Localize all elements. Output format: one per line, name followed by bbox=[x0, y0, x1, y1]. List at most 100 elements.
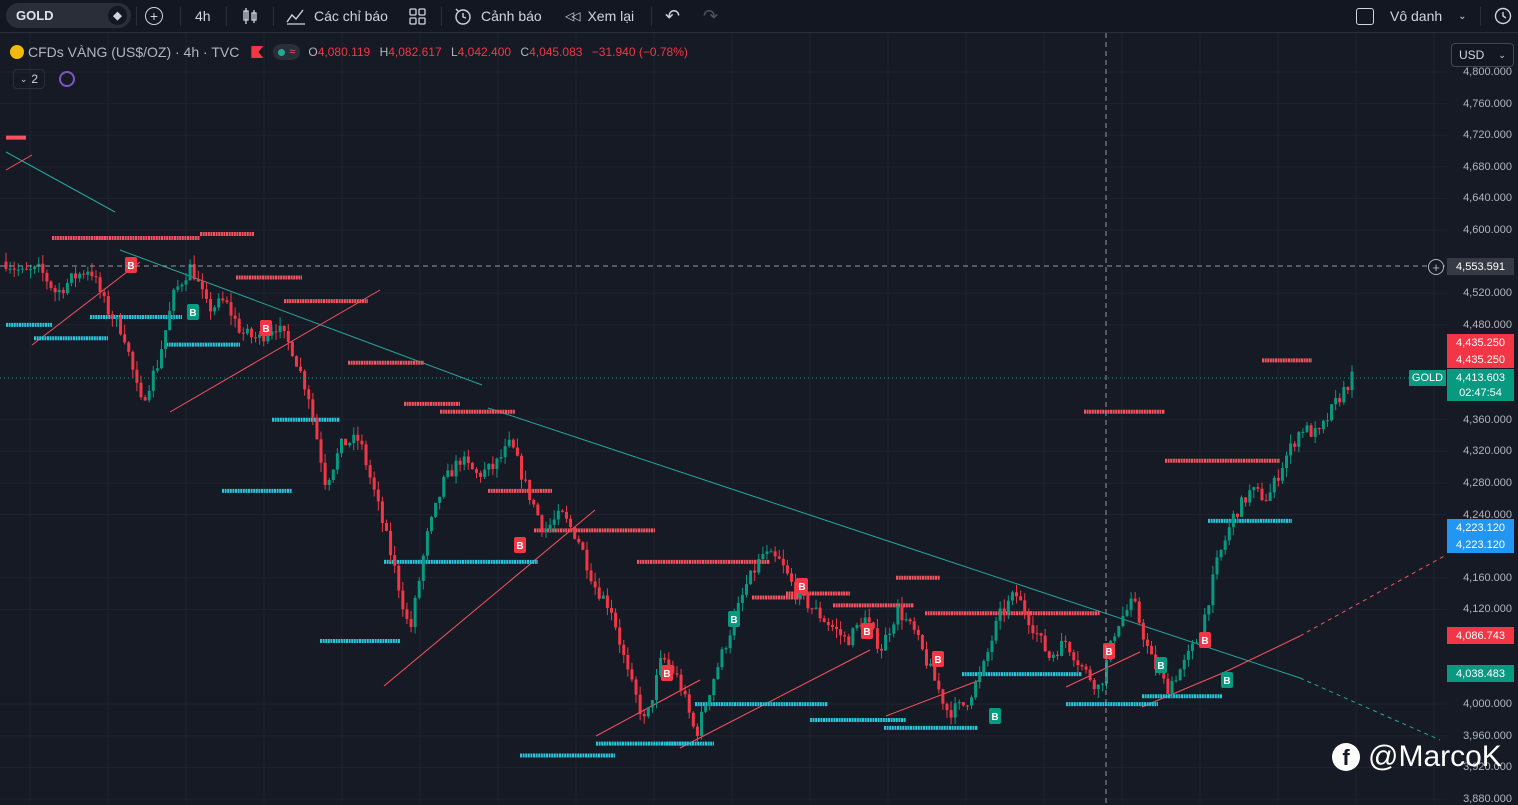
wave-icon: ≈ bbox=[289, 46, 296, 58]
candle-body bbox=[757, 559, 761, 573]
compare-icon[interactable]: ◆ bbox=[108, 6, 127, 25]
plus-circle-icon: + bbox=[145, 7, 163, 25]
red-price-tag: 4,086.743 bbox=[1447, 627, 1514, 644]
legend-title[interactable]: CFDs VÀNG (US$/OZ) · 4h · TVC bbox=[28, 44, 239, 60]
signal-sell: B bbox=[932, 651, 944, 667]
candle-body bbox=[221, 298, 225, 301]
candle-body bbox=[12, 268, 16, 270]
candle-body bbox=[335, 453, 339, 470]
candle-body bbox=[810, 608, 814, 610]
candle-body bbox=[974, 682, 978, 698]
candle-body bbox=[487, 463, 491, 470]
candle-body bbox=[123, 334, 127, 343]
toolbar-divider bbox=[180, 7, 181, 26]
candle-body bbox=[601, 595, 605, 599]
candle-body bbox=[286, 331, 290, 342]
candle-body bbox=[888, 633, 892, 635]
candle-body bbox=[1166, 678, 1170, 694]
candle-body bbox=[143, 397, 147, 401]
candle-body bbox=[884, 634, 888, 651]
price-axis[interactable]: 4,800.000 4,760.000 4,720.000 4,680.000 4,64… bbox=[1447, 38, 1518, 805]
candle-body bbox=[573, 527, 577, 539]
candle-body bbox=[397, 565, 401, 591]
candle-body bbox=[1051, 654, 1055, 658]
candle-body bbox=[483, 469, 487, 477]
candle-body bbox=[303, 371, 307, 390]
signal-sell: B bbox=[796, 578, 808, 594]
candle-body bbox=[712, 679, 716, 696]
candle-body bbox=[1047, 651, 1051, 658]
price-tick-label: 4,520.000 bbox=[1463, 287, 1512, 300]
candle-body bbox=[53, 287, 57, 293]
alerts-button[interactable]: Cảnh báo bbox=[453, 0, 542, 33]
replay-button[interactable]: ◁◁ Xem lại bbox=[565, 0, 634, 33]
layout-name: Vô danh bbox=[1390, 8, 1443, 24]
candle-body bbox=[847, 636, 851, 646]
signal-label: B bbox=[991, 712, 998, 723]
candles-icon bbox=[243, 8, 257, 24]
collapse-indicators-button[interactable]: ⌄ 2 bbox=[13, 69, 45, 89]
add-alert-plus-icon[interactable]: + bbox=[1428, 259, 1444, 275]
price-tick-label: 4,000.000 bbox=[1463, 698, 1512, 711]
candle-body bbox=[929, 663, 933, 666]
candle-body bbox=[331, 469, 335, 481]
indicator-legend: ⌄ 2 bbox=[13, 69, 75, 89]
candle-body bbox=[1080, 665, 1084, 667]
candle-body bbox=[507, 439, 511, 447]
refresh-icon[interactable] bbox=[59, 71, 75, 87]
add-symbol-button[interactable]: + bbox=[145, 0, 163, 33]
redo-button[interactable]: ↷ bbox=[703, 0, 718, 33]
undo-button[interactable]: ↶ bbox=[665, 0, 680, 33]
candle-body bbox=[229, 302, 233, 316]
candle-body bbox=[1235, 513, 1239, 517]
candle-body bbox=[1313, 428, 1317, 437]
candle-body bbox=[57, 289, 61, 293]
layouts-button[interactable] bbox=[409, 0, 426, 33]
candle-body bbox=[552, 519, 556, 525]
watermark-text: @MarcoK bbox=[1368, 740, 1502, 773]
candle-body bbox=[474, 469, 478, 473]
currency-select[interactable]: USD ⌄ bbox=[1451, 43, 1514, 67]
candle-body bbox=[524, 479, 528, 481]
candle-body bbox=[892, 624, 896, 634]
candle-body bbox=[74, 273, 78, 279]
candle-body bbox=[626, 654, 630, 670]
candle-body bbox=[1055, 654, 1059, 656]
price-chart[interactable]: B B B B B B B B B B B B B B bbox=[0, 33, 1447, 803]
candle-body bbox=[957, 702, 961, 704]
quick-search-button[interactable] bbox=[1493, 0, 1513, 33]
indicator-count: 2 bbox=[31, 72, 39, 86]
candle-body bbox=[683, 690, 687, 695]
candle-body bbox=[749, 570, 753, 585]
candle-body bbox=[159, 349, 163, 369]
symbol-search[interactable]: GOLD ◆ bbox=[6, 3, 131, 28]
market-status-pill[interactable]: ≈ bbox=[273, 44, 301, 60]
interval-button[interactable]: 4h bbox=[195, 0, 211, 33]
candle-body bbox=[1125, 610, 1129, 616]
candle-body bbox=[1105, 659, 1109, 684]
candle-body bbox=[479, 472, 483, 477]
price-tick-label: 4,760.000 bbox=[1463, 97, 1512, 110]
undo-icon: ↶ bbox=[665, 5, 681, 26]
layout-menu[interactable]: Vô danh ⌄ bbox=[1356, 0, 1467, 33]
price-tick-label: 4,120.000 bbox=[1463, 603, 1512, 616]
interval-label: 4h bbox=[195, 8, 211, 24]
price-tick-label: 4,800.000 bbox=[1463, 66, 1512, 78]
candle-body bbox=[577, 538, 581, 543]
indicators-button[interactable]: Các chỉ báo bbox=[286, 0, 388, 33]
candle-body bbox=[970, 697, 974, 706]
indicators-icon bbox=[286, 9, 305, 25]
chart-type-button[interactable] bbox=[241, 0, 259, 33]
candle-body bbox=[790, 573, 794, 582]
candle-body bbox=[380, 501, 384, 524]
candle-body bbox=[282, 325, 286, 332]
candle-body bbox=[364, 444, 368, 466]
flag-icon[interactable] bbox=[251, 46, 264, 58]
candle-body bbox=[188, 264, 192, 281]
candle-body bbox=[184, 280, 188, 285]
candle-body bbox=[745, 584, 749, 595]
candle-body bbox=[605, 595, 609, 608]
candle-body bbox=[1305, 425, 1309, 432]
candle-body bbox=[1170, 681, 1174, 694]
crosshair-price-tag: 4,553.591 bbox=[1447, 258, 1514, 275]
